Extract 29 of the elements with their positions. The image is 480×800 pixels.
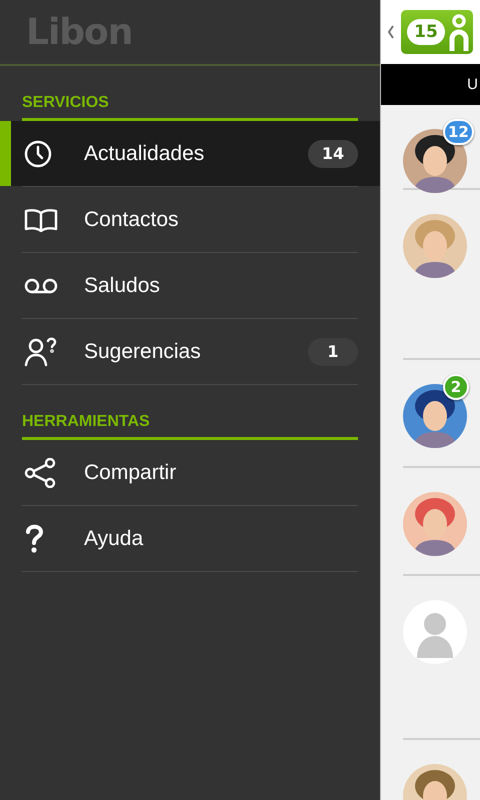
menu-label: Compartir <box>84 460 178 484</box>
credit-button[interactable]: 15 <box>401 10 473 54</box>
clock-icon <box>24 140 52 168</box>
tab-label[interactable]: U <box>467 76 478 93</box>
unread-badge: 2 <box>443 374 469 400</box>
menu-label: Contactos <box>84 208 180 232</box>
book-icon <box>24 208 58 232</box>
person-question-icon <box>24 336 58 366</box>
chevron-left-icon[interactable] <box>387 25 395 39</box>
avatar-placeholder <box>403 600 467 664</box>
logo-mark-icon <box>449 13 469 51</box>
menu-label: Saludos <box>84 274 161 298</box>
share-icon <box>24 458 56 488</box>
menu-item[interactable]: Ayuda <box>0 506 380 571</box>
voicemail-icon <box>24 278 58 294</box>
question-mark-icon <box>24 524 44 554</box>
unread-badge: 12 <box>443 119 474 145</box>
count-badge: 14 <box>308 140 358 168</box>
menu-label: Ayuda <box>84 526 144 550</box>
menu-item[interactable]: Actualidades 14 <box>0 121 380 186</box>
menu-label: Sugerencias <box>84 340 202 364</box>
menu-item[interactable]: Sugerencias 1 <box>0 319 380 384</box>
section-title: HERRAMIENTAS <box>22 413 358 440</box>
menu-label: Actualidades <box>84 142 206 166</box>
count-badge: 1 <box>308 338 358 366</box>
selection-indicator <box>0 121 11 186</box>
menu-item[interactable]: Saludos <box>0 253 380 318</box>
menu-item[interactable]: Contactos <box>0 187 380 252</box>
menu-item[interactable]: Compartir <box>0 440 380 505</box>
